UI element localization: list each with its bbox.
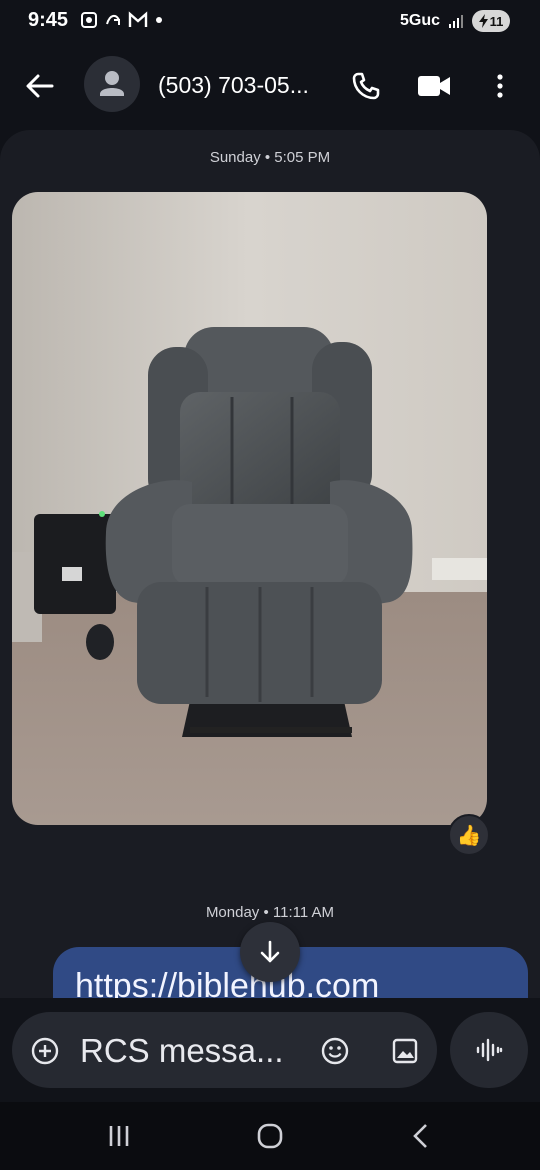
message-link[interactable]: https://biblehub.com bbox=[75, 967, 379, 998]
video-call-icon[interactable] bbox=[416, 70, 452, 102]
waveform-icon bbox=[476, 1038, 503, 1062]
person-icon bbox=[100, 71, 124, 96]
emoji-icon[interactable] bbox=[320, 1036, 350, 1066]
status-time: 9:45 bbox=[28, 9, 69, 31]
image-message[interactable] bbox=[12, 192, 487, 825]
more-options-icon[interactable] bbox=[488, 70, 512, 102]
reaction-badge[interactable]: 👍 bbox=[448, 814, 490, 856]
link-icon bbox=[106, 14, 120, 25]
gmail-icon bbox=[128, 11, 148, 27]
system-navigation-bar bbox=[0, 1102, 540, 1170]
arrow-down-icon bbox=[260, 940, 280, 963]
contact-name[interactable]: (503) 703-05... bbox=[158, 72, 309, 99]
contact-avatar[interactable] bbox=[84, 56, 140, 112]
message-input-placeholder[interactable]: RCS messa... bbox=[80, 1032, 284, 1070]
home-icon[interactable] bbox=[252, 1120, 288, 1152]
battery-level: 11 bbox=[489, 13, 504, 29]
recliner-photo bbox=[12, 192, 487, 825]
timestamp-sunday: Sunday • 5:05 PM bbox=[209, 149, 331, 166]
message-thread[interactable]: Sunday • 5:05 PM 👍 Monday • 11:11 AM htt… bbox=[0, 130, 540, 998]
conversation-app-bar: (503) 703-05... bbox=[0, 48, 540, 124]
phone-icon[interactable] bbox=[350, 70, 382, 102]
back-arrow-icon[interactable] bbox=[22, 68, 58, 104]
status-bar: 9:45 5Guc 11 bbox=[0, 0, 540, 44]
back-nav-icon[interactable] bbox=[404, 1120, 440, 1152]
screenshot-icon bbox=[81, 12, 97, 28]
dot-icon bbox=[156, 17, 162, 23]
signal-icon bbox=[449, 15, 463, 28]
charging-bolt-icon bbox=[478, 14, 488, 28]
scroll-to-bottom-button[interactable] bbox=[240, 922, 300, 982]
message-input[interactable]: RCS messa... bbox=[12, 1012, 437, 1088]
recent-apps-icon[interactable] bbox=[101, 1120, 137, 1152]
network-type: 5Guc bbox=[399, 12, 440, 29]
battery-icon: 11 bbox=[472, 10, 510, 32]
add-attachment-icon[interactable] bbox=[30, 1036, 60, 1066]
timestamp-monday: Monday • 11:11 AM bbox=[205, 904, 335, 921]
status-notification-icons bbox=[80, 11, 164, 29]
gallery-icon[interactable] bbox=[390, 1036, 420, 1066]
compose-bar: RCS messa... bbox=[0, 998, 540, 1102]
voice-message-button[interactable] bbox=[450, 1012, 528, 1088]
